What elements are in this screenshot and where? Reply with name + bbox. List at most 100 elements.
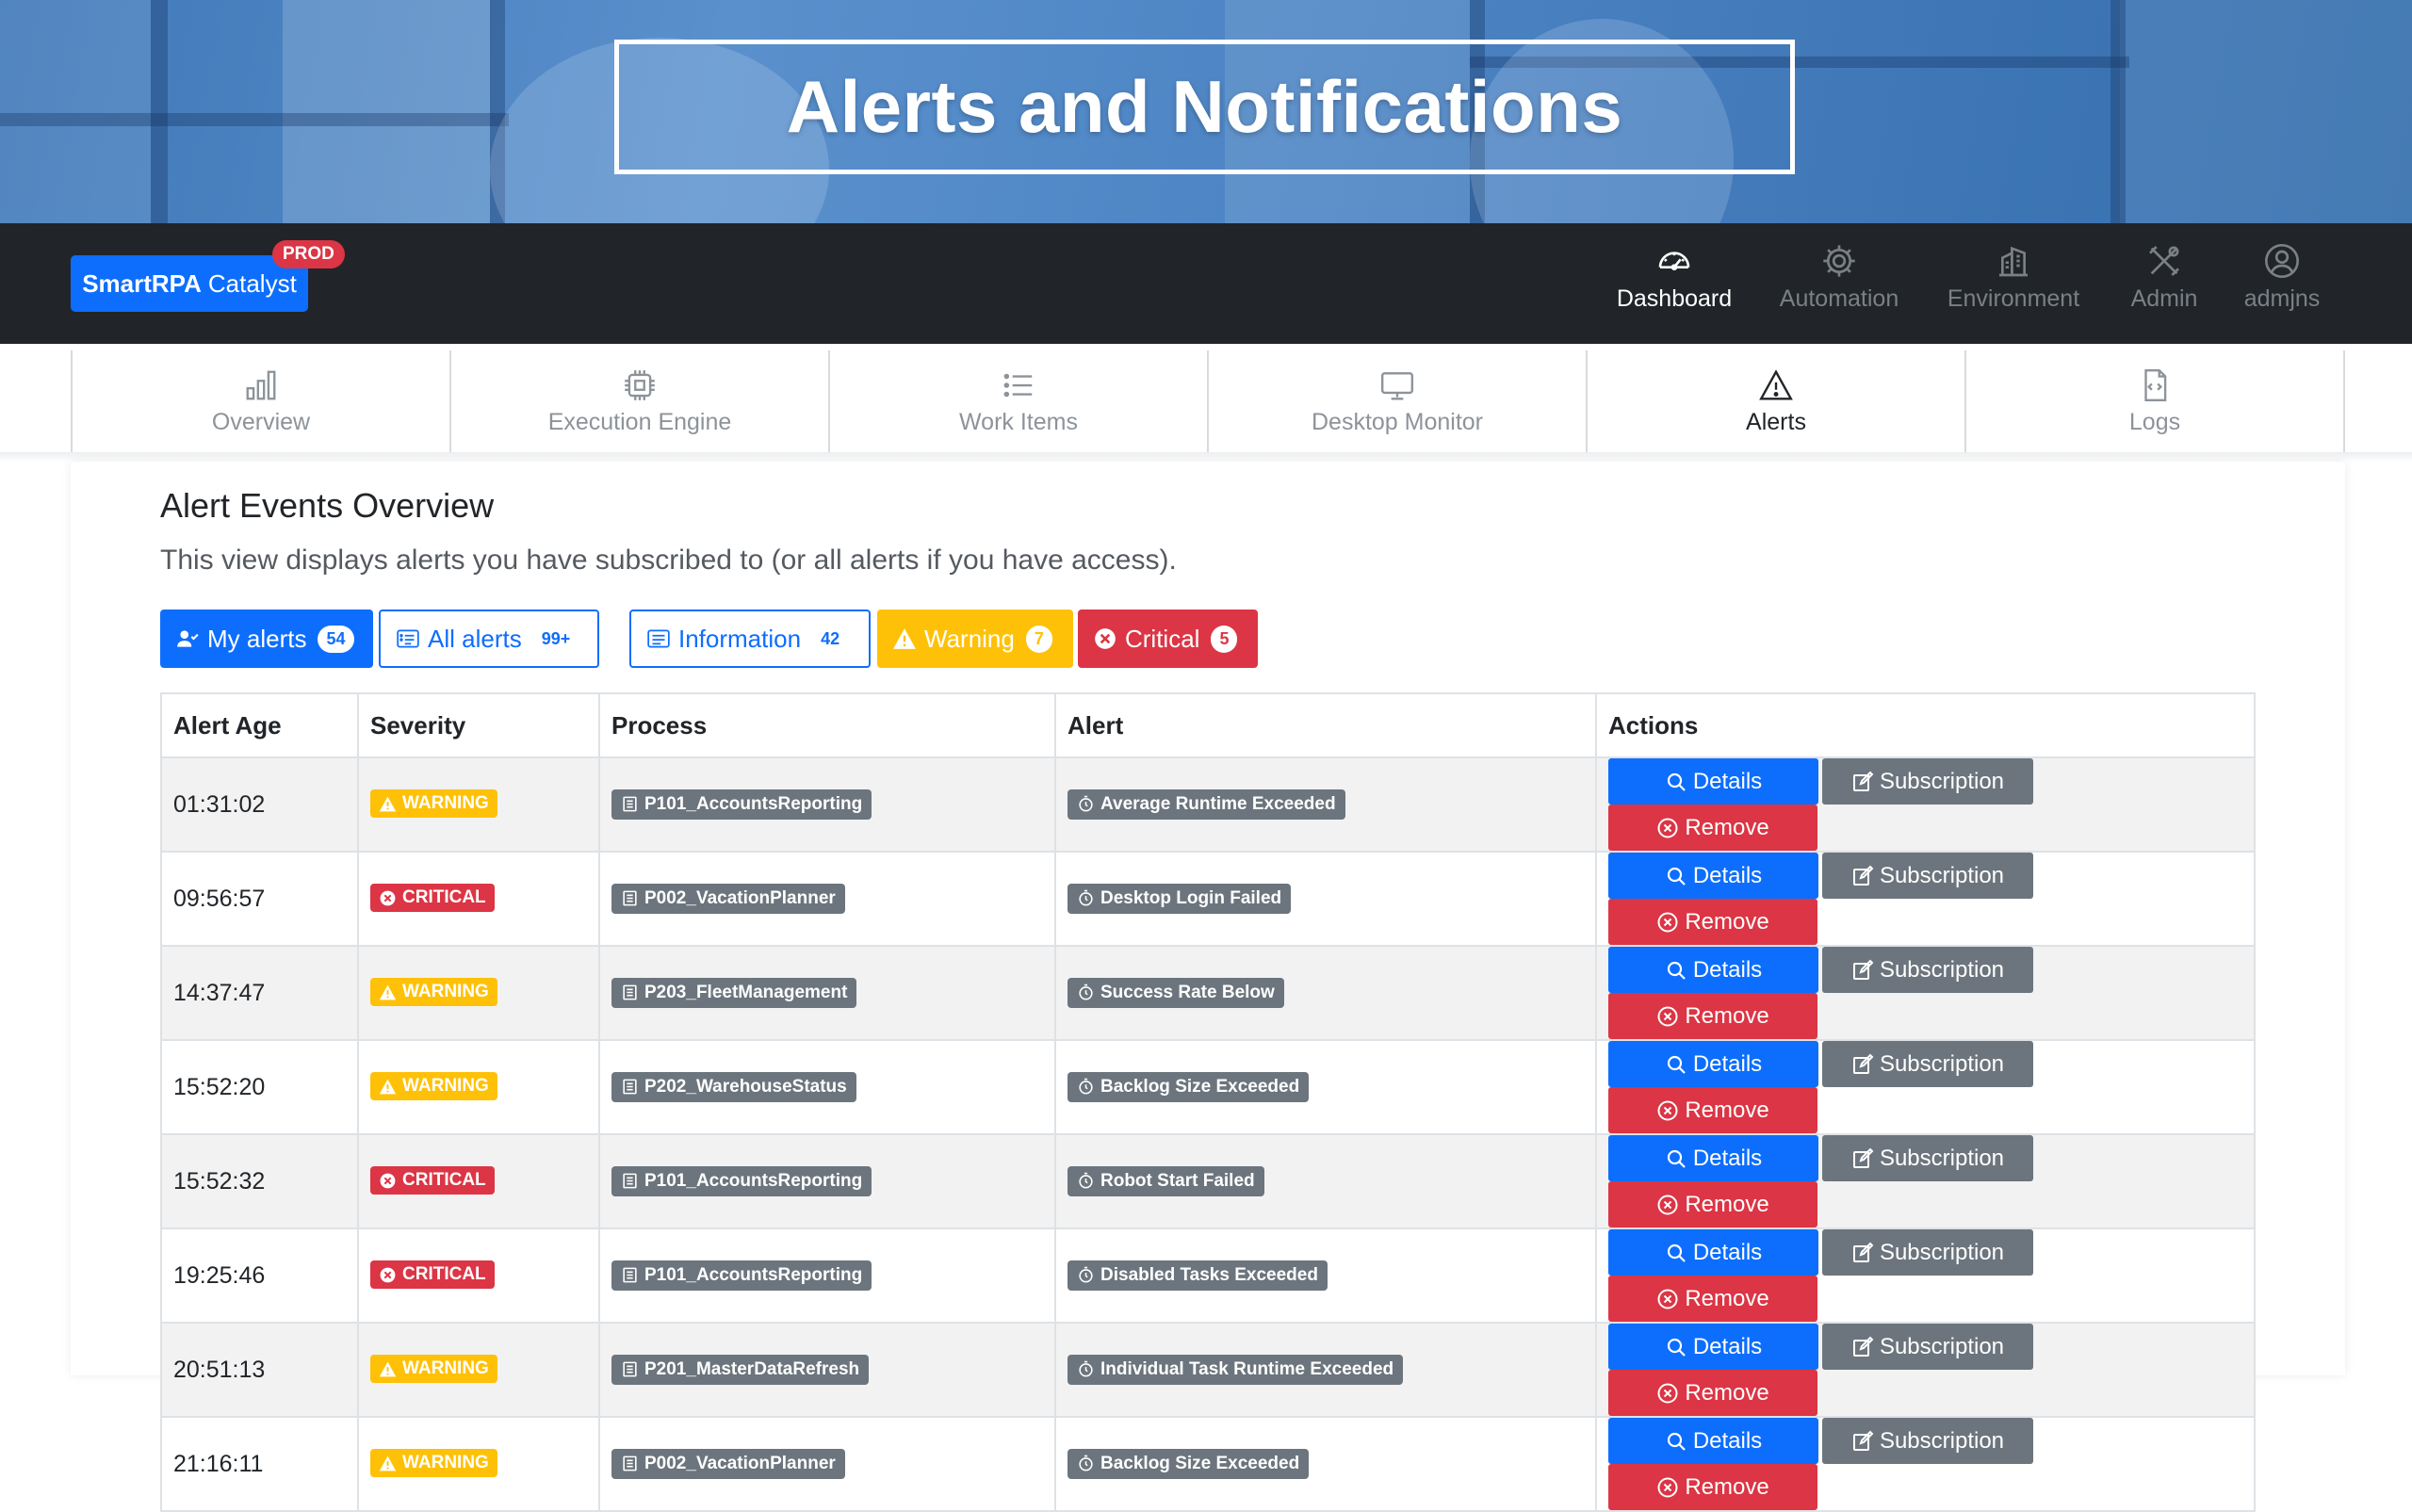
alert-age-cell: 15:52:32 bbox=[160, 1133, 359, 1229]
nav-automation[interactable]: Automation bbox=[1773, 242, 1905, 329]
filter-my-alerts-button[interactable]: My alerts 54 bbox=[160, 610, 373, 668]
process-icon bbox=[621, 1455, 644, 1472]
tab-overview-label: Overview bbox=[211, 408, 311, 435]
tab-work-items[interactable]: Work Items bbox=[830, 350, 1209, 452]
actions-cell: Details Subscription Remove bbox=[1595, 1227, 2256, 1324]
building-icon bbox=[1999, 246, 2028, 277]
filter-warning-button[interactable]: Warning 7 bbox=[877, 610, 1073, 668]
severity-cell: WARNING bbox=[357, 756, 600, 853]
tab-logs[interactable]: Logs bbox=[1966, 350, 2345, 452]
tab-desktop-monitor-label: Desktop Monitor bbox=[1311, 408, 1484, 435]
table-row: 20:51:13 WARNING P201_MasterDataRefresh Ind… bbox=[160, 1322, 2256, 1418]
filter-information-button[interactable]: Information 42 bbox=[629, 610, 871, 668]
details-button[interactable]: Details bbox=[1608, 1324, 1818, 1370]
process-cell: P002_VacationPlanner bbox=[598, 851, 1056, 947]
remove-button[interactable]: Remove bbox=[1608, 1276, 1817, 1322]
search-icon bbox=[1665, 865, 1693, 887]
remove-button[interactable]: Remove bbox=[1608, 805, 1817, 851]
remove-button[interactable]: Remove bbox=[1608, 899, 1817, 945]
remove-icon bbox=[1656, 1099, 1685, 1122]
subnav-shadow bbox=[0, 452, 2412, 462]
bar-chart-icon bbox=[246, 370, 276, 399]
process-badge[interactable]: P101_AccountsReporting bbox=[611, 1165, 872, 1196]
severity-cell: WARNING bbox=[357, 1322, 600, 1418]
details-button[interactable]: Details bbox=[1608, 1418, 1818, 1464]
severity-label: CRITICAL bbox=[402, 1170, 486, 1191]
tab-alerts[interactable]: Alerts bbox=[1588, 350, 1966, 452]
filter-all-alerts-count: 99+ bbox=[541, 628, 571, 648]
actions-cell: Details Subscription Remove bbox=[1595, 756, 2256, 853]
actions-cell: Details Subscription Remove bbox=[1595, 1416, 2256, 1512]
subscription-button[interactable]: Subscription bbox=[1822, 1324, 2033, 1370]
alert-type-badge: Disabled Tasks Exceeded bbox=[1067, 1260, 1328, 1291]
process-badge[interactable]: P002_VacationPlanner bbox=[611, 883, 845, 914]
details-button[interactable]: Details bbox=[1608, 853, 1818, 899]
header-severity[interactable]: Severity bbox=[357, 692, 600, 758]
details-label: Details bbox=[1692, 768, 1763, 794]
remove-button[interactable]: Remove bbox=[1608, 993, 1817, 1039]
alert-type-badge: Success Rate Below bbox=[1067, 977, 1284, 1008]
severity-badge: CRITICAL bbox=[370, 1260, 495, 1290]
subscription-button[interactable]: Subscription bbox=[1822, 1041, 2033, 1087]
filter-critical-button[interactable]: Critical 5 bbox=[1078, 610, 1258, 668]
subscription-button[interactable]: Subscription bbox=[1822, 1135, 2033, 1181]
remove-label: Remove bbox=[1685, 1002, 1769, 1029]
process-badge[interactable]: P202_WarehouseStatus bbox=[611, 1071, 856, 1102]
process-badge[interactable]: P002_VacationPlanner bbox=[611, 1448, 845, 1479]
process-badge[interactable]: P203_FleetManagement bbox=[611, 977, 857, 1008]
header-alert[interactable]: Alert bbox=[1054, 692, 1597, 758]
subscription-button[interactable]: Subscription bbox=[1822, 1229, 2033, 1276]
details-button[interactable]: Details bbox=[1608, 1135, 1818, 1181]
tab-desktop-monitor[interactable]: Desktop Monitor bbox=[1209, 350, 1588, 452]
remove-label: Remove bbox=[1685, 814, 1769, 840]
process-badge[interactable]: P101_AccountsReporting bbox=[611, 1260, 872, 1291]
details-button[interactable]: Details bbox=[1608, 947, 1818, 993]
remove-label: Remove bbox=[1685, 1191, 1769, 1217]
severity-label: CRITICAL bbox=[402, 1264, 486, 1285]
subscription-button[interactable]: Subscription bbox=[1822, 947, 2033, 993]
remove-button[interactable]: Remove bbox=[1608, 1087, 1817, 1133]
subscription-label: Subscription bbox=[1879, 1427, 2005, 1454]
details-button[interactable]: Details bbox=[1608, 1041, 1818, 1087]
tab-execution-engine[interactable]: Execution Engine bbox=[451, 350, 830, 452]
severity-label: WARNING bbox=[402, 1453, 489, 1473]
subscription-button[interactable]: Subscription bbox=[1822, 758, 2033, 805]
remove-label: Remove bbox=[1685, 908, 1769, 935]
severity-label: WARNING bbox=[402, 1076, 489, 1097]
remove-button[interactable]: Remove bbox=[1608, 1370, 1817, 1416]
details-label: Details bbox=[1692, 956, 1763, 983]
severity-badge: WARNING bbox=[370, 789, 497, 819]
details-button[interactable]: Details bbox=[1608, 1229, 1818, 1276]
alert-name: Success Rate Below bbox=[1100, 982, 1275, 1002]
brand-logo[interactable]: SmartRPA Catalyst bbox=[71, 255, 308, 312]
subscription-button[interactable]: Subscription bbox=[1822, 1418, 2033, 1464]
alert-age-cell: 01:31:02 bbox=[160, 756, 359, 853]
process-icon bbox=[621, 1172, 644, 1190]
remove-button[interactable]: Remove bbox=[1608, 1464, 1817, 1510]
nav-dashboard[interactable]: Dashboard bbox=[1613, 242, 1736, 329]
subscription-button[interactable]: Subscription bbox=[1822, 853, 2033, 899]
alert-icon bbox=[1077, 795, 1100, 813]
process-badge[interactable]: P101_AccountsReporting bbox=[611, 789, 872, 820]
process-badge[interactable]: P201_MasterDataRefresh bbox=[611, 1354, 870, 1385]
alert-name: Individual Task Runtime Exceeded bbox=[1100, 1358, 1394, 1379]
header-alert-age[interactable]: Alert Age bbox=[160, 692, 359, 758]
filter-all-alerts-button[interactable]: All alerts 99+ bbox=[379, 610, 599, 668]
details-button[interactable]: Details bbox=[1608, 758, 1818, 805]
nav-user[interactable]: admjns bbox=[2235, 242, 2329, 329]
process-name: P201_MasterDataRefresh bbox=[644, 1358, 860, 1379]
tab-work-items-label: Work Items bbox=[959, 408, 1078, 435]
nav-admin[interactable]: Admin bbox=[2122, 242, 2207, 329]
remove-icon bbox=[1656, 817, 1685, 839]
process-name: P002_VacationPlanner bbox=[644, 1453, 836, 1473]
nav-environment[interactable]: Environment bbox=[1943, 242, 2084, 329]
remove-icon bbox=[1656, 1288, 1685, 1310]
remove-icon bbox=[1656, 1476, 1685, 1499]
card-text-icon bbox=[647, 629, 670, 648]
alert-age-cell: 21:16:11 bbox=[160, 1416, 359, 1512]
remove-button[interactable]: Remove bbox=[1608, 1181, 1817, 1227]
critical-icon bbox=[379, 889, 402, 907]
process-icon bbox=[621, 889, 644, 907]
header-process[interactable]: Process bbox=[598, 692, 1056, 758]
tab-overview[interactable]: Overview bbox=[71, 350, 451, 452]
